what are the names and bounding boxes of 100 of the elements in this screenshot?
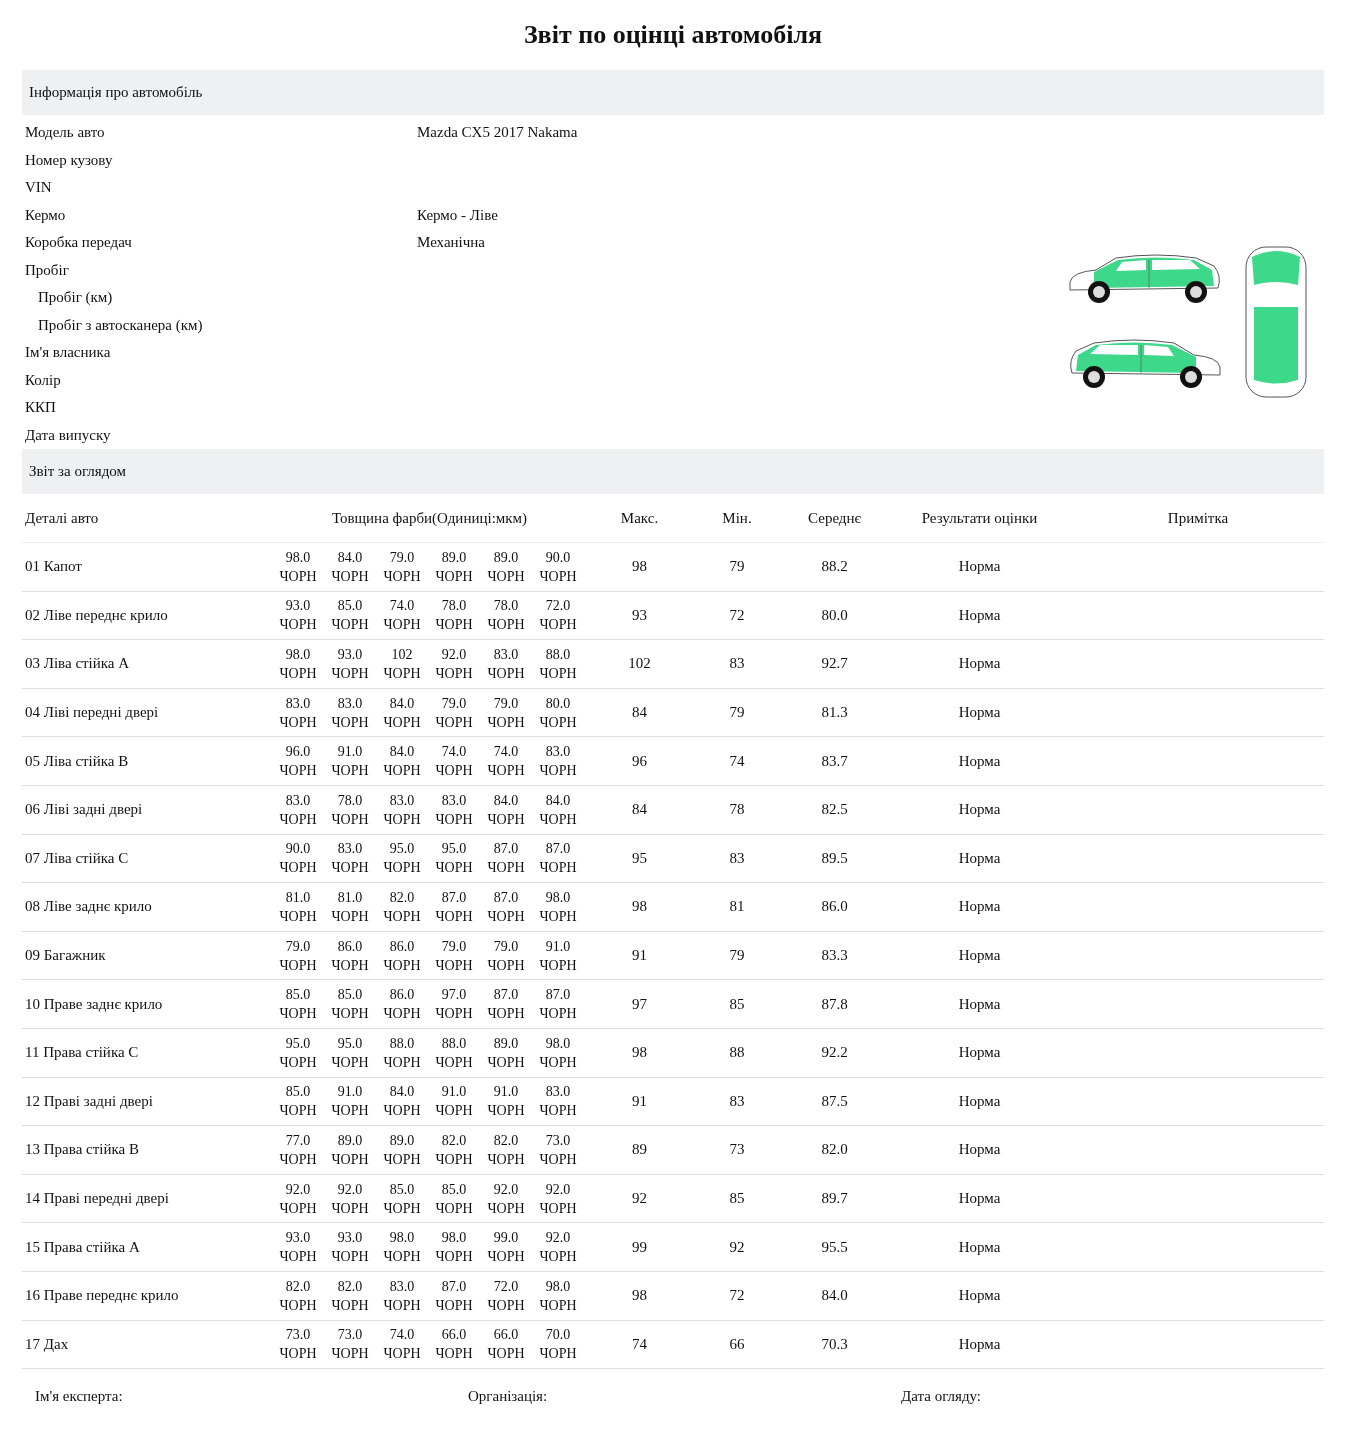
table-cell-text: Норма — [957, 655, 1002, 673]
thickness-reading: 88.0 ЧОРН — [382, 1034, 422, 1072]
field-label: Модель авто — [25, 124, 106, 142]
table-cell-text: 83 — [728, 1092, 746, 1110]
thickness-reading: 84.0 ЧОРН — [382, 743, 422, 781]
table-cell-text: 78 — [728, 801, 746, 819]
column-header: Середнє — [807, 509, 862, 527]
table-cell-text: Норма — [957, 704, 1002, 722]
thickness-reading: 85.0 ЧОРН — [330, 597, 370, 635]
field-label: Ім'я власника — [25, 344, 112, 362]
thickness-reading: 88.0 ЧОРН — [434, 1034, 474, 1072]
field-label: Кермо — [25, 206, 67, 224]
thickness-reading: 83.0 ЧОРН — [382, 791, 422, 829]
thickness-reading: 85.0 ЧОРН — [278, 986, 318, 1024]
thickness-reading: 81.0 ЧОРН — [278, 888, 318, 926]
table-cell-text: 66 — [728, 1335, 746, 1353]
table-cell-text: Норма — [957, 995, 1002, 1013]
table-cell-text: 87.5 — [820, 1092, 849, 1110]
signature-label: Ім'я експерта: — [35, 1388, 124, 1406]
thickness-reading: 82.0 ЧОРН — [278, 1277, 318, 1315]
part-name: 10 Праве заднє крило — [24, 995, 164, 1013]
table-cell-text: 102 — [627, 655, 652, 673]
table-cell-text: 91 — [631, 947, 648, 965]
thickness-reading: 93.0 ЧОРН — [330, 1229, 370, 1267]
field-label: Пробіг з автосканера (км) — [37, 316, 204, 334]
field-label: Пробіг (км) — [37, 289, 114, 307]
thickness-reading: 98.0 ЧОРН — [538, 1277, 578, 1315]
thickness-reading: 72.0 ЧОРН — [486, 1277, 526, 1315]
thickness-reading: 92.0 ЧОРН — [434, 646, 474, 683]
thickness-reading: 97.0 ЧОРН — [434, 986, 474, 1024]
thickness-reading: 84.0 ЧОРН — [486, 791, 526, 829]
thickness-reading: 92.0 ЧОРН — [538, 1180, 578, 1218]
thickness-reading: 102 ЧОРН — [382, 646, 422, 683]
table-cell-text: 86.0 — [820, 898, 849, 916]
table-cell-text: 99 — [631, 1238, 648, 1256]
thickness-reading: 73.0 ЧОРН — [278, 1326, 318, 1364]
thickness-reading: 82.0 ЧОРН — [486, 1131, 526, 1169]
table-cell-text: 97 — [631, 995, 648, 1013]
thickness-reading: 98.0 ЧОРН — [278, 646, 318, 683]
thickness-reading: 85.0 ЧОРН — [278, 1083, 318, 1121]
thickness-reading: 95.0 ЧОРН — [434, 840, 474, 878]
thickness-reading: 98.0 ЧОРН — [382, 1229, 422, 1267]
table-cell-text: 89 — [631, 1141, 648, 1159]
table-cell-text: 92 — [728, 1238, 746, 1256]
table-cell-text: Норма — [957, 1044, 1002, 1062]
part-name: 07 Ліва стійка C — [24, 849, 130, 867]
column-header: Мін. — [721, 509, 753, 527]
thickness-reading: 83.0 ЧОРН — [538, 743, 578, 781]
thickness-reading: 89.0 ЧОРН — [486, 548, 526, 586]
thickness-reading: 99.0 ЧОРН — [486, 1229, 526, 1267]
signature-label: Організація: — [468, 1388, 549, 1406]
table-cell-text: 93 — [631, 606, 648, 624]
part-name: 13 Права стійка B — [24, 1141, 140, 1159]
thickness-reading: 84.0 ЧОРН — [330, 548, 370, 586]
thickness-reading: 93.0 ЧОРН — [278, 597, 318, 635]
table-cell-text: 96 — [631, 752, 648, 770]
table-cell-text: 72 — [728, 606, 746, 624]
table-cell-text: Норма — [957, 752, 1002, 770]
thickness-reading: 87.0 ЧОРН — [486, 888, 526, 926]
part-name: 01 Капот — [24, 558, 83, 576]
table-cell-text: Норма — [957, 1287, 1002, 1305]
table-cell-text: 84.0 — [820, 1287, 849, 1305]
table-cell-text: Норма — [957, 558, 1002, 576]
table-cell-text: Норма — [957, 801, 1002, 819]
part-name: 05 Ліва стійка B — [24, 752, 130, 770]
thickness-reading: 81.0 ЧОРН — [330, 888, 370, 926]
thickness-reading: 90.0 ЧОРН — [538, 548, 578, 586]
part-name: 11 Права стійка C — [24, 1044, 140, 1062]
table-cell-text: 85 — [728, 995, 746, 1013]
table-cell-text: 79 — [728, 558, 746, 576]
part-name: 04 Ліві передні двері — [24, 704, 160, 722]
thickness-reading: 86.0 ЧОРН — [382, 937, 422, 975]
column-header: Результати оцінки — [920, 509, 1039, 527]
section-header: Звіт за оглядом — [22, 449, 1324, 494]
thickness-reading: 79.0 ЧОРН — [486, 694, 526, 732]
table-cell-text: Норма — [957, 606, 1002, 624]
thickness-reading: 87.0 ЧОРН — [538, 986, 578, 1024]
thickness-reading: 84.0 ЧОРН — [382, 1083, 422, 1121]
table-cell-text: 92.2 — [820, 1044, 849, 1062]
table-cell-text: 70.3 — [820, 1335, 849, 1353]
field-value: Mazda CX5 2017 Nakama — [417, 124, 578, 142]
column-header: Деталі авто — [24, 509, 100, 527]
thickness-reading: 91.0 ЧОРН — [330, 743, 370, 781]
thickness-reading: 83.0 ЧОРН — [486, 646, 526, 683]
part-name: 08 Ліве заднє крило — [24, 898, 153, 916]
section-header: Інформація про автомобіль — [22, 70, 1324, 115]
column-header: Товщина фарби(Одиниці:мкм) — [330, 509, 529, 527]
thickness-reading: 98.0 ЧОРН — [278, 548, 318, 586]
thickness-reading: 82.0 ЧОРН — [330, 1277, 370, 1315]
thickness-reading: 91.0 ЧОРН — [434, 1083, 474, 1121]
table-cell-text: 74 — [728, 752, 746, 770]
thickness-reading: 79.0 ЧОРН — [434, 694, 474, 732]
thickness-reading: 83.0 ЧОРН — [538, 1083, 578, 1121]
table-cell-text: 83 — [728, 655, 746, 673]
thickness-reading: 84.0 ЧОРН — [382, 694, 422, 732]
table-cell-text: 80.0 — [820, 606, 849, 624]
thickness-reading: 93.0 ЧОРН — [278, 1229, 318, 1267]
thickness-reading: 95.0 ЧОРН — [382, 840, 422, 878]
thickness-reading: 83.0 ЧОРН — [278, 694, 318, 732]
thickness-reading: 91.0 ЧОРН — [486, 1083, 526, 1121]
